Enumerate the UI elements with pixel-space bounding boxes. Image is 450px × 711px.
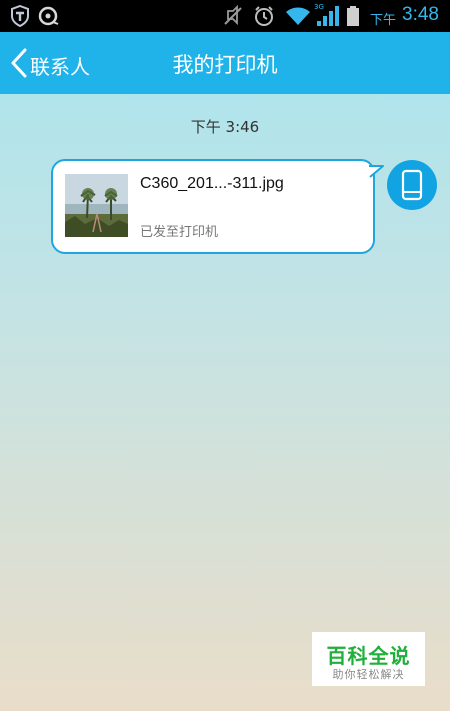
- avatar[interactable]: [387, 160, 437, 210]
- shield-icon: [10, 4, 30, 31]
- watermark-subtitle: 助你轻松解决: [332, 668, 405, 681]
- message-status: 已发至打印机: [140, 225, 219, 240]
- mute-icon: [223, 4, 243, 31]
- signal-icon: [315, 5, 339, 31]
- header-bar: 联系人 我的打印机: [0, 32, 450, 94]
- status-ampm: 下午: [370, 13, 397, 28]
- status-bar: 3G 下午 3:48: [0, 0, 450, 32]
- file-name: C360_201...-311.jpg: [140, 175, 284, 192]
- message-timestamp: 下午 3:46: [190, 118, 260, 136]
- page-title: 我的打印机: [172, 53, 278, 77]
- alarm-icon: [253, 5, 275, 31]
- bubble-tail: [367, 164, 385, 183]
- wifi-icon: [285, 5, 311, 31]
- battery-icon: [346, 5, 360, 31]
- watermark-logo: 百科全说 助你轻松解决: [312, 632, 425, 686]
- disk-icon: [38, 5, 60, 31]
- message-bubble[interactable]: C360_201...-311.jpg 已发至打印机: [51, 159, 375, 254]
- watermark-title: 百科全说: [326, 644, 411, 668]
- status-time: 3:48: [402, 4, 439, 25]
- image-thumbnail[interactable]: [65, 174, 128, 237]
